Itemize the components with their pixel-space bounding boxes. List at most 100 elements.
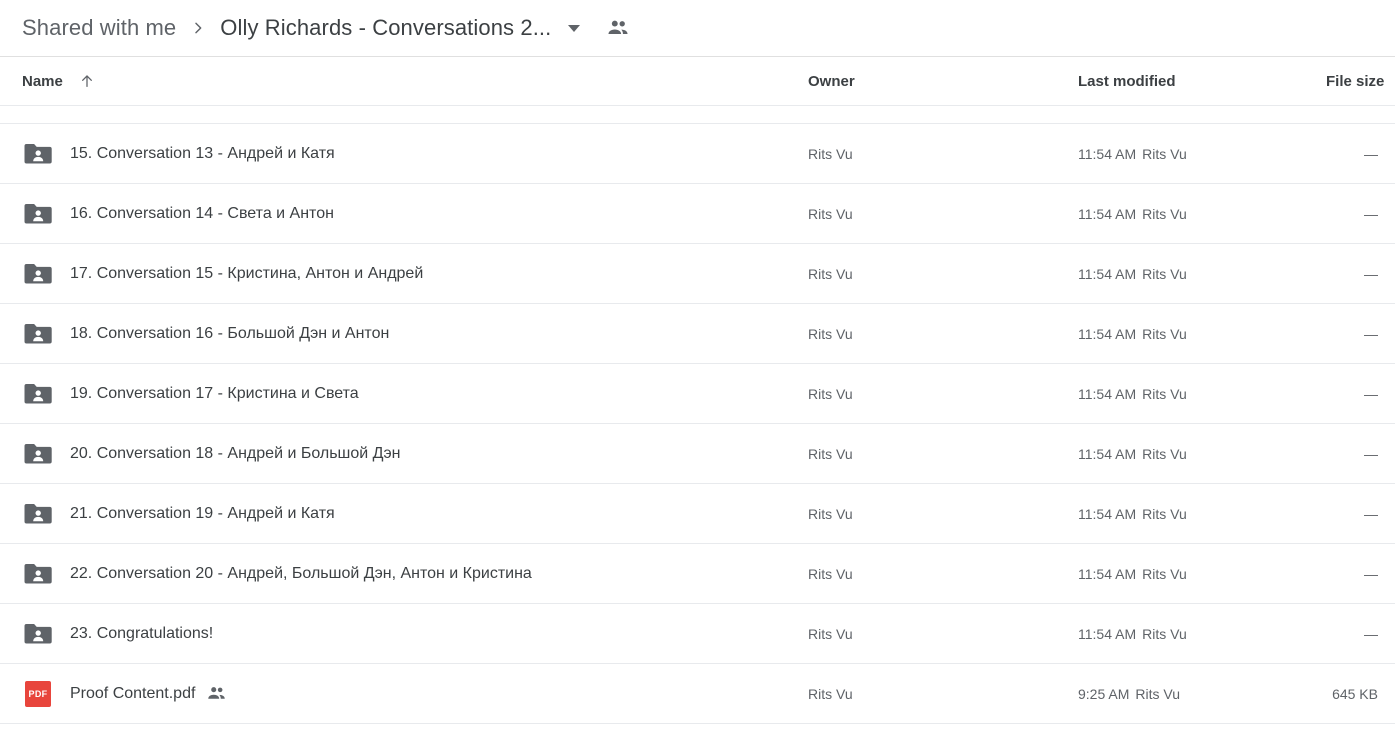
file-list[interactable]: 14. Conversation 12 - Андрей и КристинаR… xyxy=(0,106,1395,744)
row-modified-time: 11:54 AM xyxy=(1078,265,1137,282)
row-modified-time: 11:54 AM xyxy=(1078,145,1137,162)
row-name-label: 22. Conversation 20 - Андрей, Большой Дэ… xyxy=(70,564,532,582)
row-name-label: 19. Conversation 17 - Кристина и Света xyxy=(70,384,359,402)
table-row[interactable]: 16. Conversation 14 - Света и Антон Rits … xyxy=(0,184,1395,244)
table-row[interactable]: PDF Proof Content.pdf Rits Vu 9:25 AM Rits V… xyxy=(0,664,1395,724)
row-file-size-cell: — xyxy=(1364,625,1378,642)
table-row[interactable]: 23. Congratulations! Rits Vu 11:54 AM Rits … xyxy=(0,604,1395,664)
row-name-label: 20. Conversation 18 - Андрей и Большой Д… xyxy=(70,444,401,462)
row-last-modified-cell: 11:54 AM Rits Vu xyxy=(1078,386,1187,402)
row-name-cell[interactable]: 22. Conversation 20 - Андрей, Большой Дэ… xyxy=(70,565,532,583)
row-name-label: 15. Conversation 13 - Андрей и Катя xyxy=(70,144,335,162)
row-owner-cell: Rits Vu xyxy=(808,445,853,462)
row-owner-cell: Rits Vu xyxy=(808,685,853,702)
row-modified-user: Rits Vu xyxy=(1142,205,1187,222)
column-header-row: Name Owner Last modified File size xyxy=(0,57,1395,106)
row-name-label: 17. Conversation 15 - Кристина, Антон и … xyxy=(70,264,424,282)
row-modified-user: Rits Vu xyxy=(1142,385,1187,402)
row-owner-cell: Rits Vu xyxy=(808,505,853,522)
row-name-cell[interactable]: 18. Conversation 16 - Большой Дэн и Анто… xyxy=(70,325,389,343)
row-name-cell[interactable]: 21. Conversation 19 - Андрей и Катя xyxy=(70,505,335,523)
file-list-rows: 14. Conversation 12 - Андрей и КристинаR… xyxy=(0,106,1395,724)
shared-folder-icon xyxy=(22,258,54,290)
row-owner-cell: Rits Vu xyxy=(808,625,853,642)
shared-folder-icon xyxy=(22,558,54,590)
row-modified-user: Rits Vu xyxy=(1142,325,1187,342)
shared-folder-icon xyxy=(22,438,54,470)
arrow-up-icon[interactable] xyxy=(79,73,95,89)
row-last-modified-cell: 9:25 AM Rits Vu xyxy=(1078,686,1180,702)
row-name-cell[interactable]: 23. Congratulations! xyxy=(70,625,213,643)
row-modified-time: 11:54 AM xyxy=(1078,625,1137,642)
column-header-owner[interactable]: Owner xyxy=(808,73,855,90)
shared-folder-icon xyxy=(22,106,54,110)
table-row[interactable]: 18. Conversation 16 - Большой Дэн и Анто… xyxy=(0,304,1395,364)
table-row[interactable]: 20. Conversation 18 - Андрей и Большой Д… xyxy=(0,424,1395,484)
table-row[interactable]: 17. Conversation 15 - Кристина, Антон и … xyxy=(0,244,1395,304)
row-modified-user: Rits Vu xyxy=(1135,685,1180,702)
row-modified-user: Rits Vu xyxy=(1142,145,1187,162)
row-last-modified-cell: 11:54 AM Rits Vu xyxy=(1078,146,1187,162)
row-name-cell[interactable]: 19. Conversation 17 - Кристина и Света xyxy=(70,385,359,403)
row-modified-user: Rits Vu xyxy=(1142,265,1187,282)
row-name-label: 23. Congratulations! xyxy=(70,624,214,642)
breadcrumb-root-shared-with-me[interactable]: Shared with me xyxy=(22,15,176,41)
row-owner-cell: Rits Vu xyxy=(808,385,853,402)
row-modified-user: Rits Vu xyxy=(1142,565,1187,582)
people-shared-icon[interactable] xyxy=(607,19,629,37)
shared-folder-icon xyxy=(22,378,54,410)
row-name-label: 18. Conversation 16 - Большой Дэн и Анто… xyxy=(70,324,390,342)
row-last-modified-cell: 11:54 AM Rits Vu xyxy=(1078,566,1187,582)
row-modified-time: 11:54 AM xyxy=(1078,205,1137,222)
table-row[interactable]: 15. Conversation 13 - Андрей и Катя Rits … xyxy=(0,124,1395,184)
table-row[interactable]: 21. Conversation 19 - Андрей и Катя Rits … xyxy=(0,484,1395,544)
shared-folder-icon xyxy=(22,498,54,530)
column-header-name-label: Name xyxy=(22,72,63,90)
column-header-file-size[interactable]: File size xyxy=(1326,73,1384,90)
column-header-name[interactable]: Name xyxy=(22,73,95,90)
shared-folder-icon xyxy=(22,138,54,170)
breadcrumb-current-folder[interactable]: Olly Richards - Conversations 2... xyxy=(220,15,551,41)
row-modified-user: Rits Vu xyxy=(1142,625,1187,642)
table-row[interactable]: 22. Conversation 20 - Андрей, Большой Дэ… xyxy=(0,544,1395,604)
table-row[interactable]: 14. Conversation 12 - Андрей и КристинаR… xyxy=(0,106,1395,124)
row-owner-cell: Rits Vu xyxy=(808,265,853,282)
row-name-label: 21. Conversation 19 - Андрей и Катя xyxy=(70,504,335,522)
chevron-right-icon xyxy=(190,20,206,36)
row-file-size-cell: — xyxy=(1364,145,1378,162)
row-name-cell[interactable]: 16. Conversation 14 - Света и Антон xyxy=(70,205,334,223)
row-name-cell[interactable]: Proof Content.pdf xyxy=(70,685,226,703)
row-owner-cell: Rits Vu xyxy=(808,565,853,582)
row-modified-time: 11:54 AM xyxy=(1078,385,1137,402)
row-file-size-cell: — xyxy=(1364,445,1378,462)
row-file-size-cell: — xyxy=(1364,385,1378,402)
row-modified-time: 9:25 AM xyxy=(1078,685,1130,702)
row-modified-time: 11:54 AM xyxy=(1078,565,1137,582)
row-name-cell[interactable]: 20. Conversation 18 - Андрей и Большой Д… xyxy=(70,445,401,463)
row-file-size-cell: — xyxy=(1364,205,1378,222)
row-last-modified-cell: 11:54 AM Rits Vu xyxy=(1078,446,1187,462)
shared-folder-icon xyxy=(22,318,54,350)
row-name-cell[interactable]: 15. Conversation 13 - Андрей и Катя xyxy=(70,145,335,163)
table-row[interactable]: 19. Conversation 17 - Кристина и Света Ri… xyxy=(0,364,1395,424)
shared-folder-icon xyxy=(22,618,54,650)
breadcrumb-bar: Shared with me Olly Richards - Conversat… xyxy=(0,0,1395,57)
row-last-modified-cell: 11:54 AM Rits Vu xyxy=(1078,626,1187,642)
row-last-modified-cell: 11:54 AM Rits Vu xyxy=(1078,326,1187,342)
people-shared-icon xyxy=(207,686,226,701)
row-owner-cell: Rits Vu xyxy=(808,325,853,342)
pdf-file-icon: PDF xyxy=(22,678,54,710)
caret-down-icon[interactable] xyxy=(567,21,581,35)
row-last-modified-cell: 11:54 AM Rits Vu xyxy=(1078,506,1187,522)
row-last-modified-cell: 11:54 AM Rits Vu xyxy=(1078,266,1187,282)
row-file-size-cell: — xyxy=(1364,325,1378,342)
row-file-size-cell: — xyxy=(1364,265,1378,282)
shared-folder-icon xyxy=(22,198,54,230)
row-name-cell[interactable]: 17. Conversation 15 - Кристина, Антон и … xyxy=(70,265,423,283)
column-header-last-modified[interactable]: Last modified xyxy=(1078,73,1176,90)
row-file-size-cell: — xyxy=(1364,565,1378,582)
row-owner-cell: Rits Vu xyxy=(808,205,853,222)
row-modified-user: Rits Vu xyxy=(1142,445,1187,462)
row-name-label: 16. Conversation 14 - Света и Антон xyxy=(70,204,334,222)
row-file-size-cell: — xyxy=(1364,505,1378,522)
